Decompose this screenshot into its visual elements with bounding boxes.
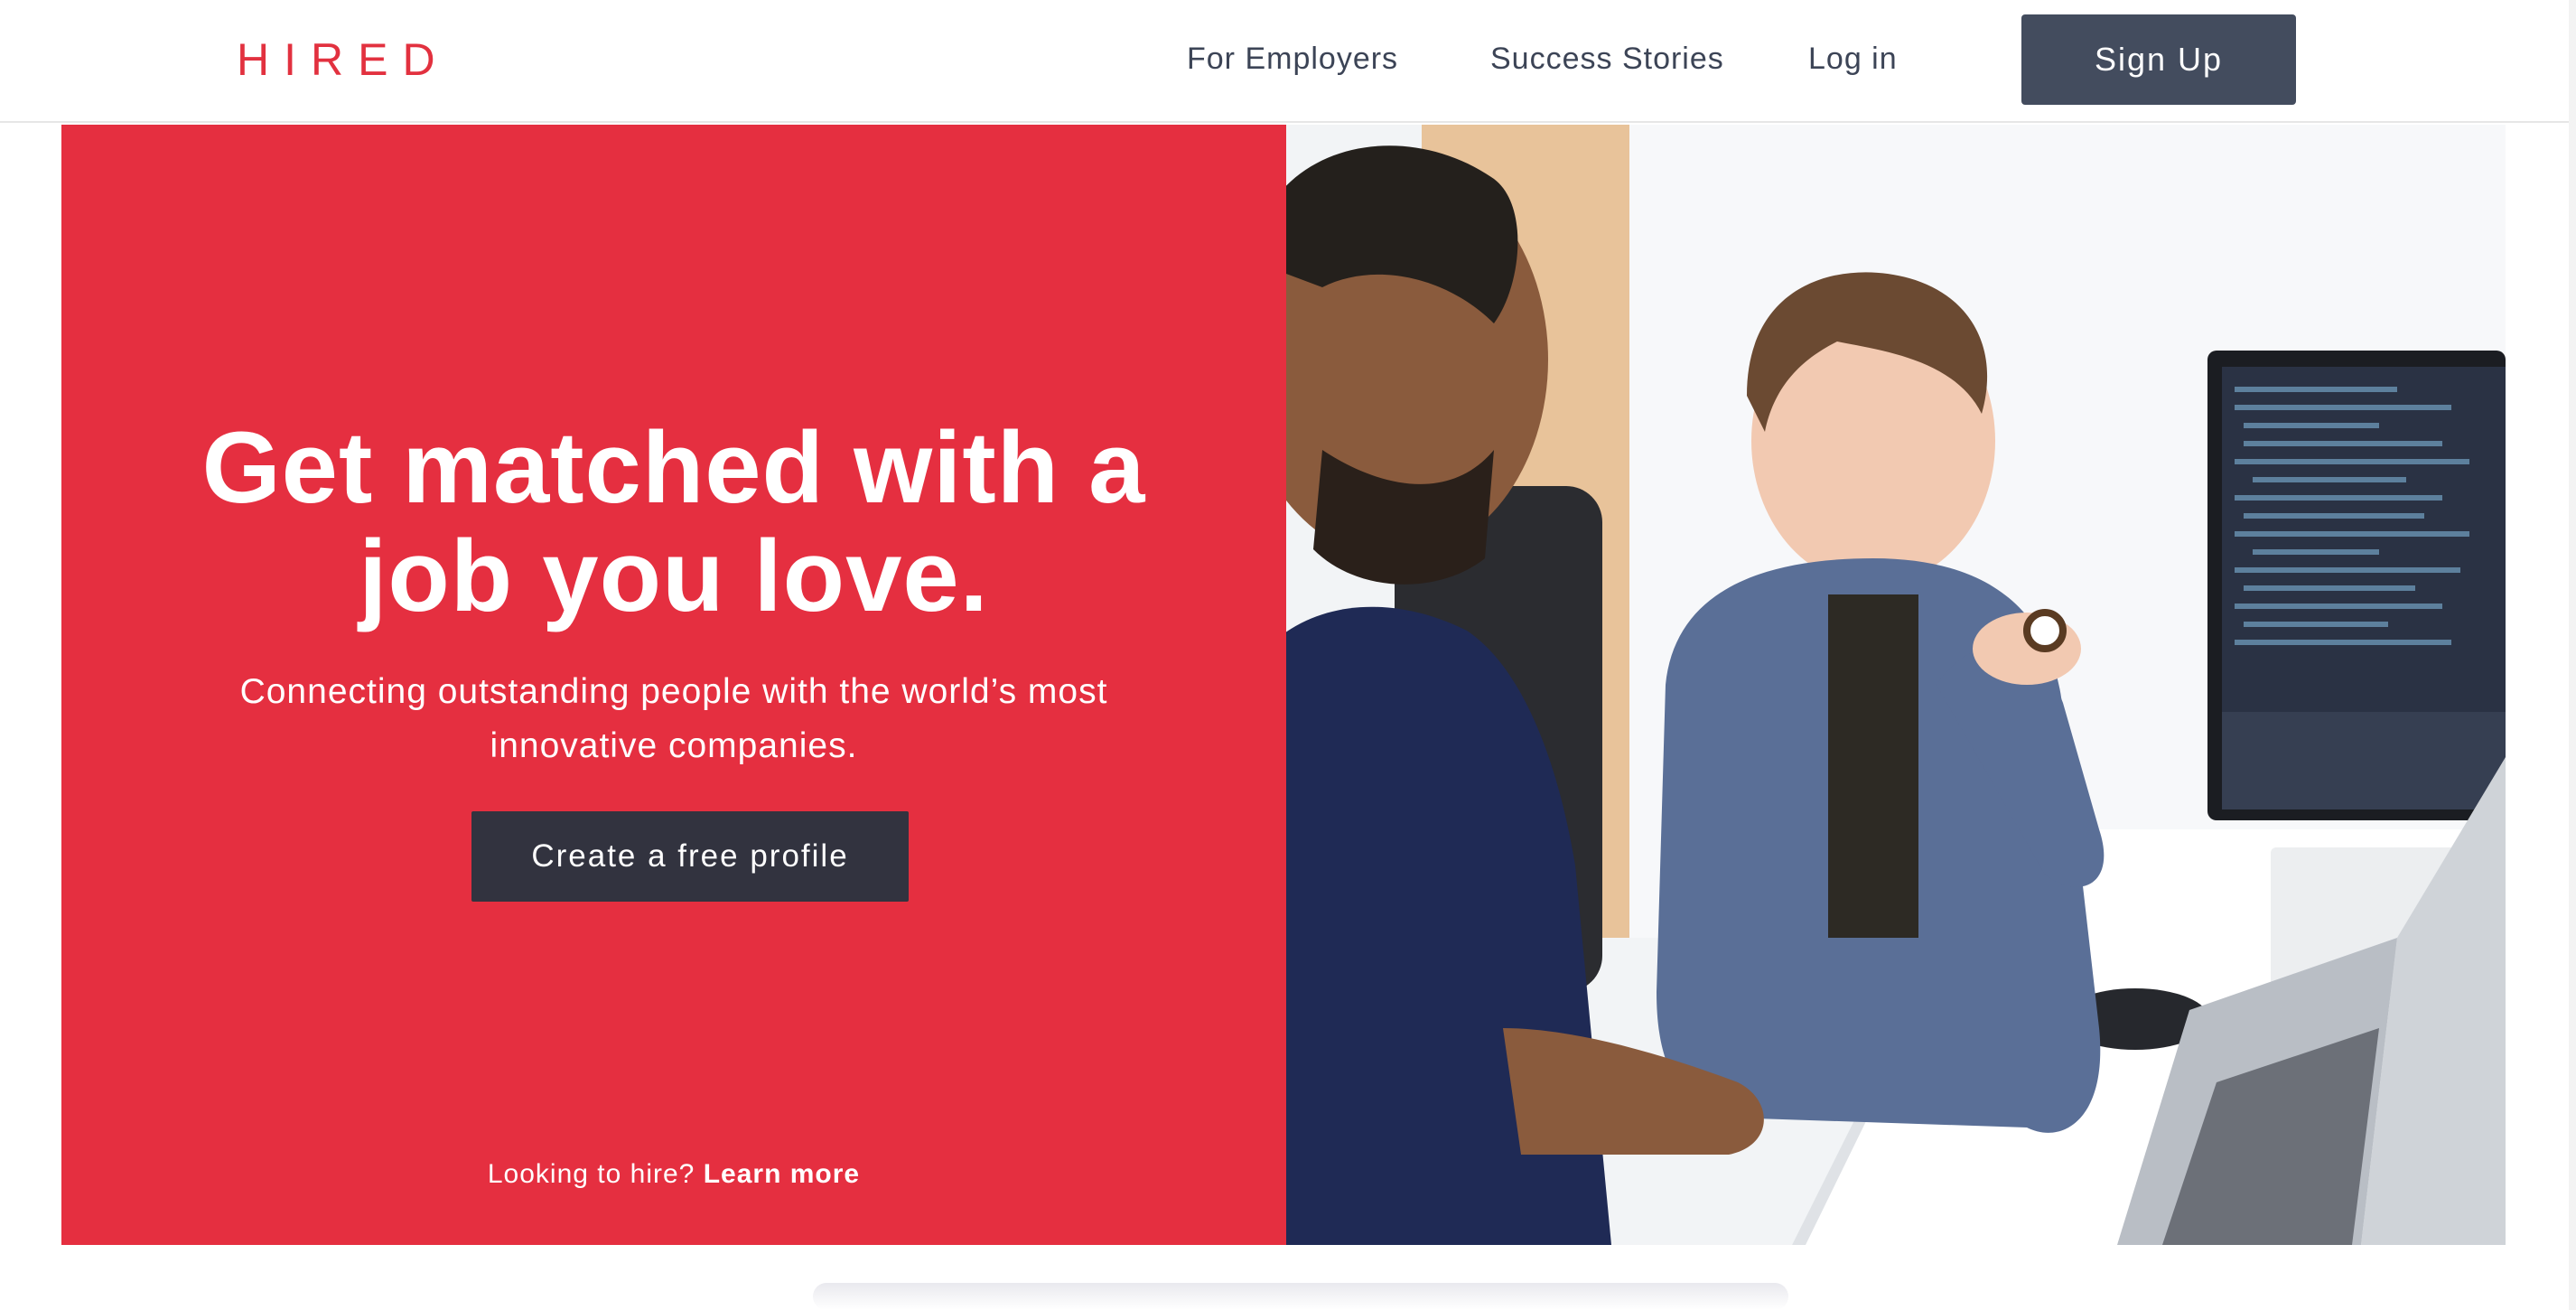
nav-success-stories-link[interactable]: Success Stories [1490, 40, 1724, 78]
hero-photo-illustration [1286, 125, 2506, 1245]
hero-subtext: Connecting outstanding people with the w… [197, 665, 1151, 773]
hero-subtext-line-2: innovative companies. [490, 726, 858, 765]
create-free-profile-button[interactable]: Create a free profile [471, 811, 909, 902]
sign-up-button[interactable]: Sign Up [2021, 14, 2296, 105]
below-fold-card-edge [813, 1283, 1788, 1310]
hero-subtext-line-1: Connecting outstanding people with the w… [239, 672, 1108, 711]
hero-photo-office-scene [1286, 125, 2506, 1245]
window-scroll-edge [2569, 0, 2576, 1310]
learn-more-link[interactable]: Learn more [704, 1159, 860, 1189]
looking-to-hire-text: Looking to hire? [487, 1159, 695, 1189]
top-navigation-bar: HIRED For Employers Success Stories Log … [0, 0, 2576, 123]
hero-headline-line-1: Get matched with a [201, 411, 1146, 524]
hero-panel: Get matched with a job you love. Connect… [61, 125, 1286, 1245]
looking-to-hire-line: Looking to hire? Learn more [61, 1156, 1286, 1193]
hero-headline-line-2: job you love. [359, 519, 989, 632]
nav-for-employers-link[interactable]: For Employers [1187, 40, 1398, 78]
hired-logo[interactable]: HIRED [237, 33, 450, 87]
nav-login-link[interactable]: Log in [1808, 40, 1898, 78]
hero-headline: Get matched with a job you love. [61, 414, 1286, 631]
